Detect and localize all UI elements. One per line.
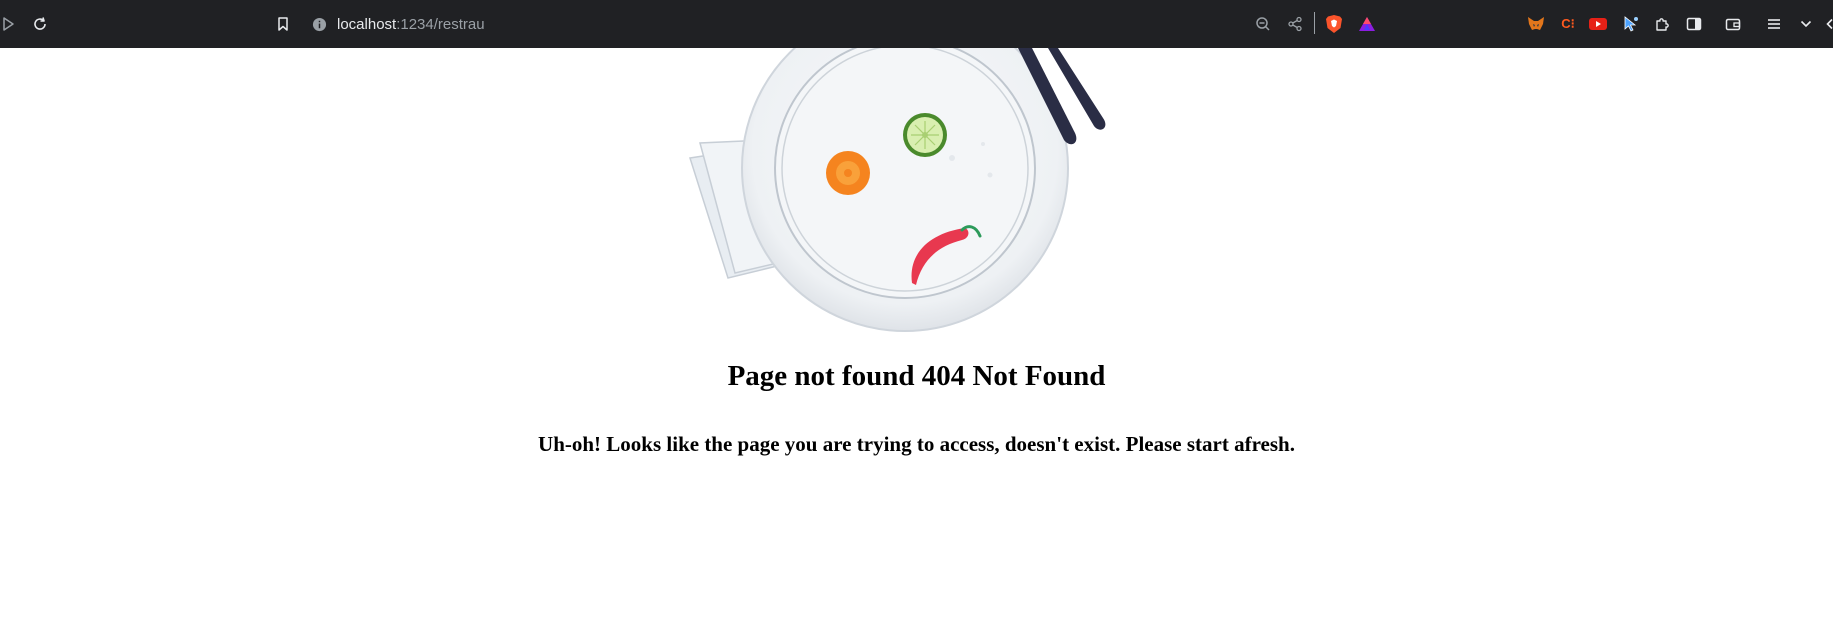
chevron-down-icon[interactable]	[1794, 12, 1818, 36]
chevron-left-icon[interactable]	[1818, 12, 1833, 36]
url-host: localhost	[337, 15, 397, 33]
sidebar-icon[interactable]	[1682, 12, 1706, 36]
toolbar-separator	[1314, 12, 1315, 34]
cucumber-slice-icon	[903, 113, 947, 157]
crumb-icon	[981, 142, 985, 146]
page-title: Page not found 404 Not Found	[727, 360, 1106, 392]
sad-plate-illustration	[680, 4, 1150, 343]
crumb-icon	[949, 155, 955, 161]
reload-icon[interactable]	[28, 12, 52, 36]
plate-icon	[741, 4, 1069, 332]
crumb-icon	[987, 172, 993, 178]
extension-c-label: C⁝	[1561, 16, 1575, 31]
play-icon[interactable]	[0, 12, 20, 36]
brave-rewards-icon[interactable]	[1355, 12, 1379, 36]
youtube-extension-icon[interactable]	[1586, 12, 1610, 36]
cursor-extension-icon[interactable]	[1619, 12, 1643, 36]
page-content: Page not found 404 Not Found Uh-oh! Look…	[0, 4, 1833, 630]
wallet-icon[interactable]	[1721, 12, 1745, 36]
share-icon[interactable]	[1283, 12, 1307, 36]
menu-icon[interactable]	[1762, 12, 1786, 36]
metamask-icon[interactable]	[1524, 12, 1548, 36]
brave-shields-icon[interactable]	[1322, 12, 1346, 36]
carrot-slice-icon	[826, 151, 870, 195]
zoom-out-icon[interactable]	[1251, 12, 1275, 36]
address-bar[interactable]: localhost:1234/restrau	[312, 10, 485, 38]
browser-toolbar: localhost:1234/restrau C⁝	[0, 0, 1833, 48]
url-text[interactable]: localhost:1234/restrau	[337, 16, 485, 33]
error-message: Uh-oh! Looks like the page you are tryin…	[538, 432, 1295, 456]
extension-c-icon[interactable]: C⁝	[1556, 12, 1580, 36]
url-path: :1234/restrau	[396, 15, 485, 33]
extensions-puzzle-icon[interactable]	[1650, 12, 1674, 36]
bookmark-icon[interactable]	[271, 12, 295, 36]
site-info-icon[interactable]	[312, 17, 327, 32]
